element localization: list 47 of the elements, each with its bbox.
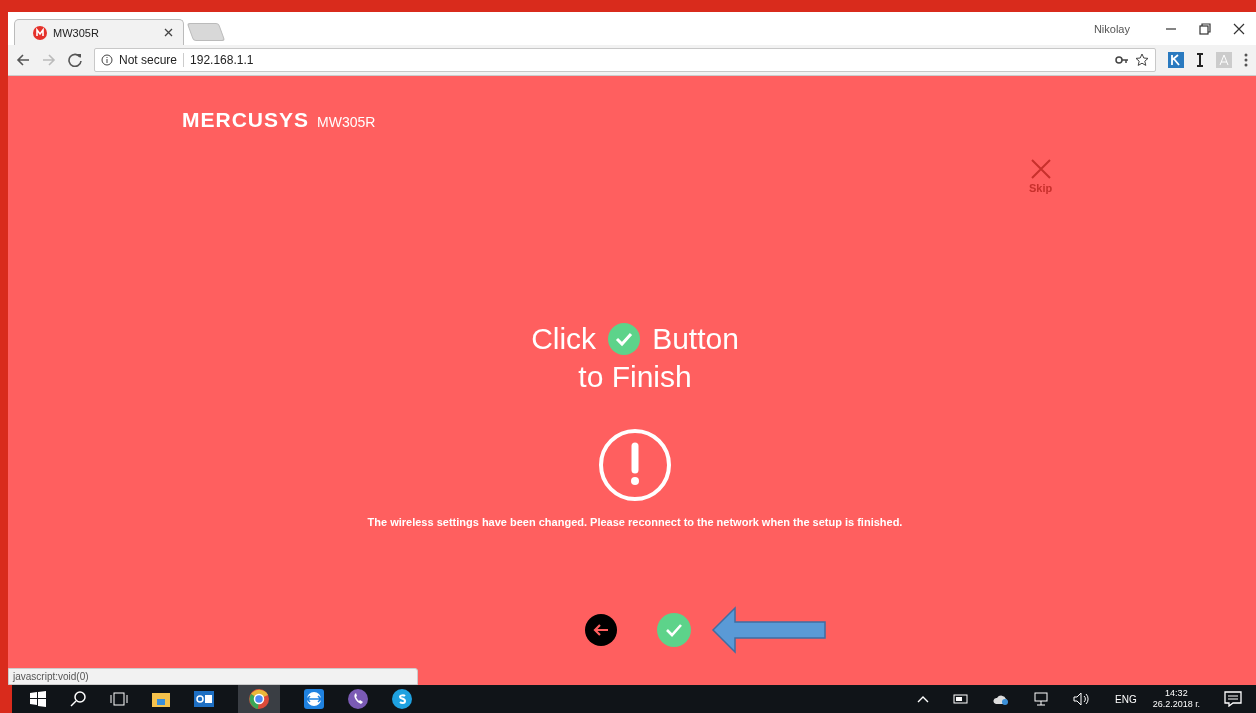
browser-tab[interactable]: MW305R <box>14 19 184 45</box>
heading-text: to Finish <box>578 360 692 394</box>
s-app-icon[interactable] <box>392 689 412 709</box>
search-icon[interactable] <box>70 691 86 707</box>
address-bar[interactable]: Not secure 192.168.1.1 <box>94 48 1156 72</box>
key-icon[interactable] <box>1115 55 1129 65</box>
finish-button[interactable] <box>657 613 691 647</box>
chevron-up-icon[interactable] <box>917 695 930 703</box>
info-icon[interactable] <box>101 54 113 66</box>
remote-app-icon[interactable] <box>304 689 324 709</box>
url-text: 192.168.1.1 <box>190 53 254 67</box>
battery-icon[interactable] <box>953 694 970 704</box>
k-extension-icon[interactable] <box>1168 52 1184 68</box>
task-view-icon[interactable] <box>110 692 128 706</box>
star-icon[interactable] <box>1135 53 1149 67</box>
restore-icon[interactable] <box>1199 22 1211 35</box>
windows-logo-icon[interactable] <box>30 691 46 707</box>
language-indicator[interactable]: ENG <box>1115 693 1137 705</box>
i-extension-icon[interactable] <box>1196 53 1204 67</box>
browser-logo-icon <box>249 689 269 709</box>
profile-name[interactable]: Nikolay <box>1093 22 1130 35</box>
heading-text: Click <box>531 322 597 356</box>
brand-logo: MERCUSYS <box>182 108 310 132</box>
close-icon[interactable] <box>1233 22 1245 35</box>
notifications-icon[interactable] <box>1224 691 1242 707</box>
speaker-icon[interactable] <box>1073 692 1092 706</box>
m-logo-icon <box>33 25 47 40</box>
check-icon <box>608 323 641 355</box>
clock[interactable]: 14:32 26.2.2018 г. <box>1152 688 1200 710</box>
phone-app-icon[interactable] <box>348 689 368 709</box>
back-button[interactable] <box>585 614 617 646</box>
network-icon[interactable] <box>1033 692 1050 706</box>
folder-icon[interactable] <box>152 691 170 707</box>
tab-title: MW305R <box>53 26 100 39</box>
mail-app-icon[interactable] <box>194 691 214 707</box>
cloud-icon[interactable] <box>993 693 1010 705</box>
model-name: MW305R <box>317 114 376 130</box>
exclamation-icon <box>598 428 672 502</box>
status-bubble: javascript:void(0) <box>8 668 418 685</box>
reload-icon[interactable] <box>68 53 82 67</box>
browser-taskbar-button[interactable] <box>238 685 280 713</box>
tab-close-icon[interactable] <box>164 28 173 37</box>
menu-icon[interactable] <box>1244 53 1248 67</box>
back-icon[interactable] <box>16 53 30 67</box>
security-label[interactable]: Not secure <box>119 53 178 67</box>
notice-text: The wireless settings have been changed. Please reconnect to the network when the setup is finished. <box>367 516 903 528</box>
heading-text: Button <box>652 322 739 356</box>
